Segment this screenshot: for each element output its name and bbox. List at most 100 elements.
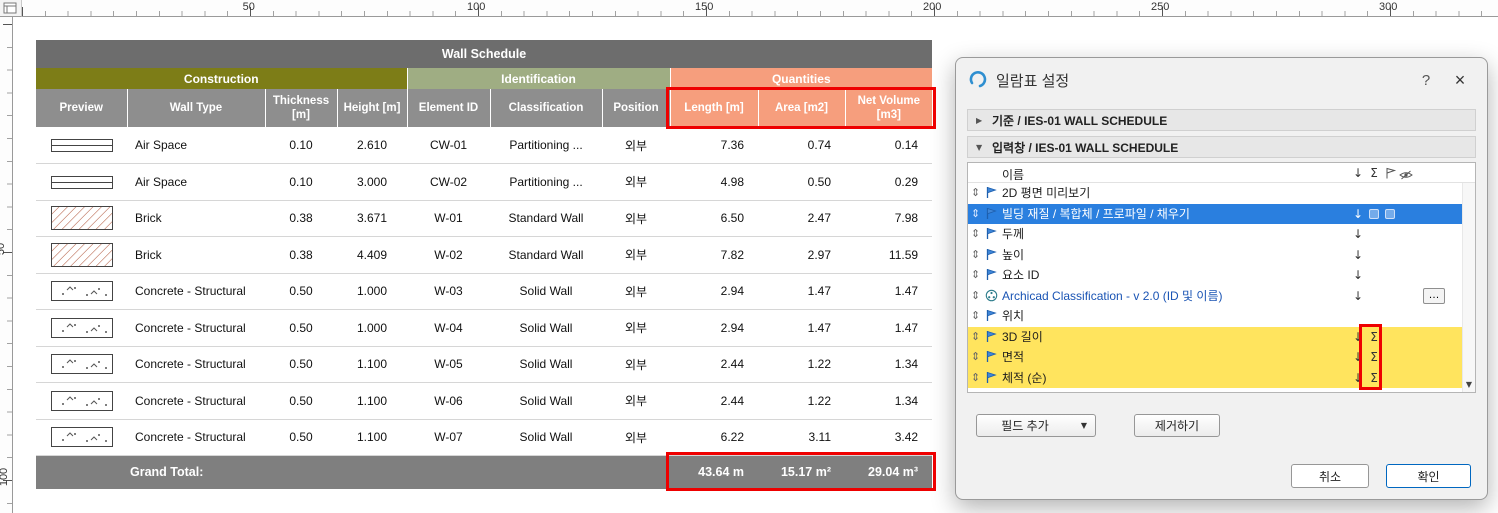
- cell-length[interactable]: 7.36: [670, 127, 758, 164]
- cell-position[interactable]: 외부: [602, 273, 670, 310]
- group-header-construction[interactable]: Construction: [36, 68, 407, 89]
- cell-wall-type[interactable]: Concrete - Structural: [127, 346, 265, 383]
- cell-classification[interactable]: Solid Wall: [490, 310, 602, 347]
- cell-height[interactable]: 4.409: [337, 237, 407, 274]
- cell-area[interactable]: 3.11: [758, 419, 845, 456]
- cell-preview[interactable]: [36, 273, 127, 310]
- section-fields[interactable]: ▼ 입력창 / IES-01 WALL SCHEDULE: [967, 136, 1476, 158]
- cell-wall-type[interactable]: Concrete - Structural: [127, 383, 265, 420]
- reorder-handle-icon[interactable]: ⇕: [971, 247, 980, 263]
- cell-preview[interactable]: [36, 200, 127, 237]
- add-field-dropdown-button[interactable]: ▼: [1073, 414, 1096, 437]
- cell-thickness[interactable]: 0.50: [265, 419, 337, 456]
- cell-preview[interactable]: [36, 419, 127, 456]
- help-button[interactable]: ?: [1415, 72, 1437, 89]
- cell-element-id[interactable]: W-01: [407, 200, 490, 237]
- column-header-length-m[interactable]: Length [m]: [670, 89, 758, 127]
- sort-descending-icon[interactable]: ↓: [1351, 206, 1365, 222]
- add-field-button[interactable]: 필드 추가: [976, 414, 1074, 437]
- cell-position[interactable]: 외부: [602, 127, 670, 164]
- cell-thickness[interactable]: 0.50: [265, 310, 337, 347]
- field-row-4[interactable]: ⇕요소 ID↓: [968, 265, 1462, 286]
- cell-net-volume[interactable]: 1.47: [845, 273, 932, 310]
- cell-element-id[interactable]: W-06: [407, 383, 490, 420]
- cell-element-id[interactable]: W-02: [407, 237, 490, 274]
- cell-length[interactable]: 6.22: [670, 419, 758, 456]
- cell-height[interactable]: 1.100: [337, 419, 407, 456]
- group-header-quantities[interactable]: Quantities: [670, 68, 932, 89]
- close-button[interactable]: ×: [1445, 70, 1475, 91]
- cell-classification[interactable]: Solid Wall: [490, 383, 602, 420]
- cell-length[interactable]: 2.94: [670, 310, 758, 347]
- cell-element-id[interactable]: CW-02: [407, 164, 490, 201]
- cell-position[interactable]: 외부: [602, 200, 670, 237]
- reorder-handle-icon[interactable]: ⇕: [971, 288, 980, 304]
- field-row-9[interactable]: ⇕체적 (순)↓Σ: [968, 368, 1462, 389]
- cell-wall-type[interactable]: Brick: [127, 200, 265, 237]
- field-row-7[interactable]: ⇕3D 길이↓Σ: [968, 327, 1462, 348]
- cell-length[interactable]: 6.50: [670, 200, 758, 237]
- list-scrollbar[interactable]: ▼: [1462, 183, 1475, 392]
- sum-column-icon[interactable]: Σ: [1367, 165, 1381, 181]
- column-header-element-id[interactable]: Element ID: [407, 89, 490, 127]
- cell-classification[interactable]: Solid Wall: [490, 273, 602, 310]
- reorder-handle-icon[interactable]: ⇕: [971, 370, 980, 386]
- reorder-handle-icon[interactable]: ⇕: [971, 206, 980, 222]
- cell-thickness[interactable]: 0.38: [265, 200, 337, 237]
- reorder-handle-icon[interactable]: ⇕: [971, 267, 980, 283]
- column-header-area-m2[interactable]: Area [m2]: [758, 89, 845, 127]
- column-header-wall-type[interactable]: Wall Type: [127, 89, 265, 127]
- field-row-0[interactable]: ⇕2D 평면 미리보기: [968, 183, 1462, 204]
- cell-position[interactable]: 외부: [602, 383, 670, 420]
- cell-position[interactable]: 외부: [602, 310, 670, 347]
- reorder-handle-icon[interactable]: ⇕: [971, 226, 980, 242]
- section-criteria[interactable]: ▶ 기준 / IES-01 WALL SCHEDULE: [967, 109, 1476, 131]
- cell-position[interactable]: 외부: [602, 346, 670, 383]
- cell-wall-type[interactable]: Concrete - Structural: [127, 310, 265, 347]
- cell-position[interactable]: 외부: [602, 237, 670, 274]
- schedule-row[interactable]: Brick0.383.671W-01Standard Wall외부6.502.4…: [36, 200, 932, 237]
- sort-descending-icon[interactable]: ↓: [1351, 329, 1365, 345]
- group-header-identification[interactable]: Identification: [407, 68, 670, 89]
- flag-column-icon[interactable]: [1383, 167, 1397, 183]
- column-header-classification[interactable]: Classification: [490, 89, 602, 127]
- cell-classification[interactable]: Standard Wall: [490, 237, 602, 274]
- cell-height[interactable]: 3.671: [337, 200, 407, 237]
- schedule-row[interactable]: Concrete - Structural0.501.100W-05Solid …: [36, 346, 932, 383]
- cell-area[interactable]: 0.74: [758, 127, 845, 164]
- cell-net-volume[interactable]: 1.34: [845, 383, 932, 420]
- cell-classification[interactable]: Partitioning ...: [490, 127, 602, 164]
- cell-wall-type[interactable]: Concrete - Structural: [127, 419, 265, 456]
- cell-net-volume[interactable]: 1.34: [845, 346, 932, 383]
- dialog-titlebar[interactable]: 일람표 설정 ? ×: [956, 58, 1487, 102]
- cell-area[interactable]: 2.47: [758, 200, 845, 237]
- cell-net-volume[interactable]: 3.42: [845, 419, 932, 456]
- cell-length[interactable]: 2.94: [670, 273, 758, 310]
- visibility-column-icon[interactable]: [1399, 168, 1413, 184]
- cell-height[interactable]: 1.000: [337, 310, 407, 347]
- cell-net-volume[interactable]: 7.98: [845, 200, 932, 237]
- cell-thickness[interactable]: 0.10: [265, 127, 337, 164]
- reorder-handle-icon[interactable]: ⇕: [971, 308, 980, 324]
- reorder-handle-icon[interactable]: ⇕: [971, 185, 980, 201]
- cell-area[interactable]: 1.22: [758, 346, 845, 383]
- cell-preview[interactable]: [36, 164, 127, 201]
- cell-wall-type[interactable]: Air Space: [127, 127, 265, 164]
- cell-preview[interactable]: [36, 346, 127, 383]
- sum-icon[interactable]: Σ: [1367, 349, 1381, 365]
- cell-height[interactable]: 3.000: [337, 164, 407, 201]
- field-row-6[interactable]: ⇕위치: [968, 306, 1462, 327]
- cell-area[interactable]: 1.47: [758, 310, 845, 347]
- reorder-handle-icon[interactable]: ⇕: [971, 349, 980, 365]
- cell-area[interactable]: 1.47: [758, 273, 845, 310]
- schedule-row[interactable]: Concrete - Structural0.501.100W-06Solid …: [36, 383, 932, 420]
- schedule-row[interactable]: Concrete - Structural0.501.000W-04Solid …: [36, 310, 932, 347]
- schedule-row[interactable]: Air Space0.102.610CW-01Partitioning ...외…: [36, 127, 932, 164]
- cell-thickness[interactable]: 0.50: [265, 346, 337, 383]
- cell-length[interactable]: 4.98: [670, 164, 758, 201]
- column-header-position[interactable]: Position: [602, 89, 670, 127]
- cell-preview[interactable]: [36, 127, 127, 164]
- remove-button[interactable]: 제거하기: [1134, 414, 1220, 437]
- cell-wall-type[interactable]: Brick: [127, 237, 265, 274]
- sum-icon[interactable]: Σ: [1367, 329, 1381, 345]
